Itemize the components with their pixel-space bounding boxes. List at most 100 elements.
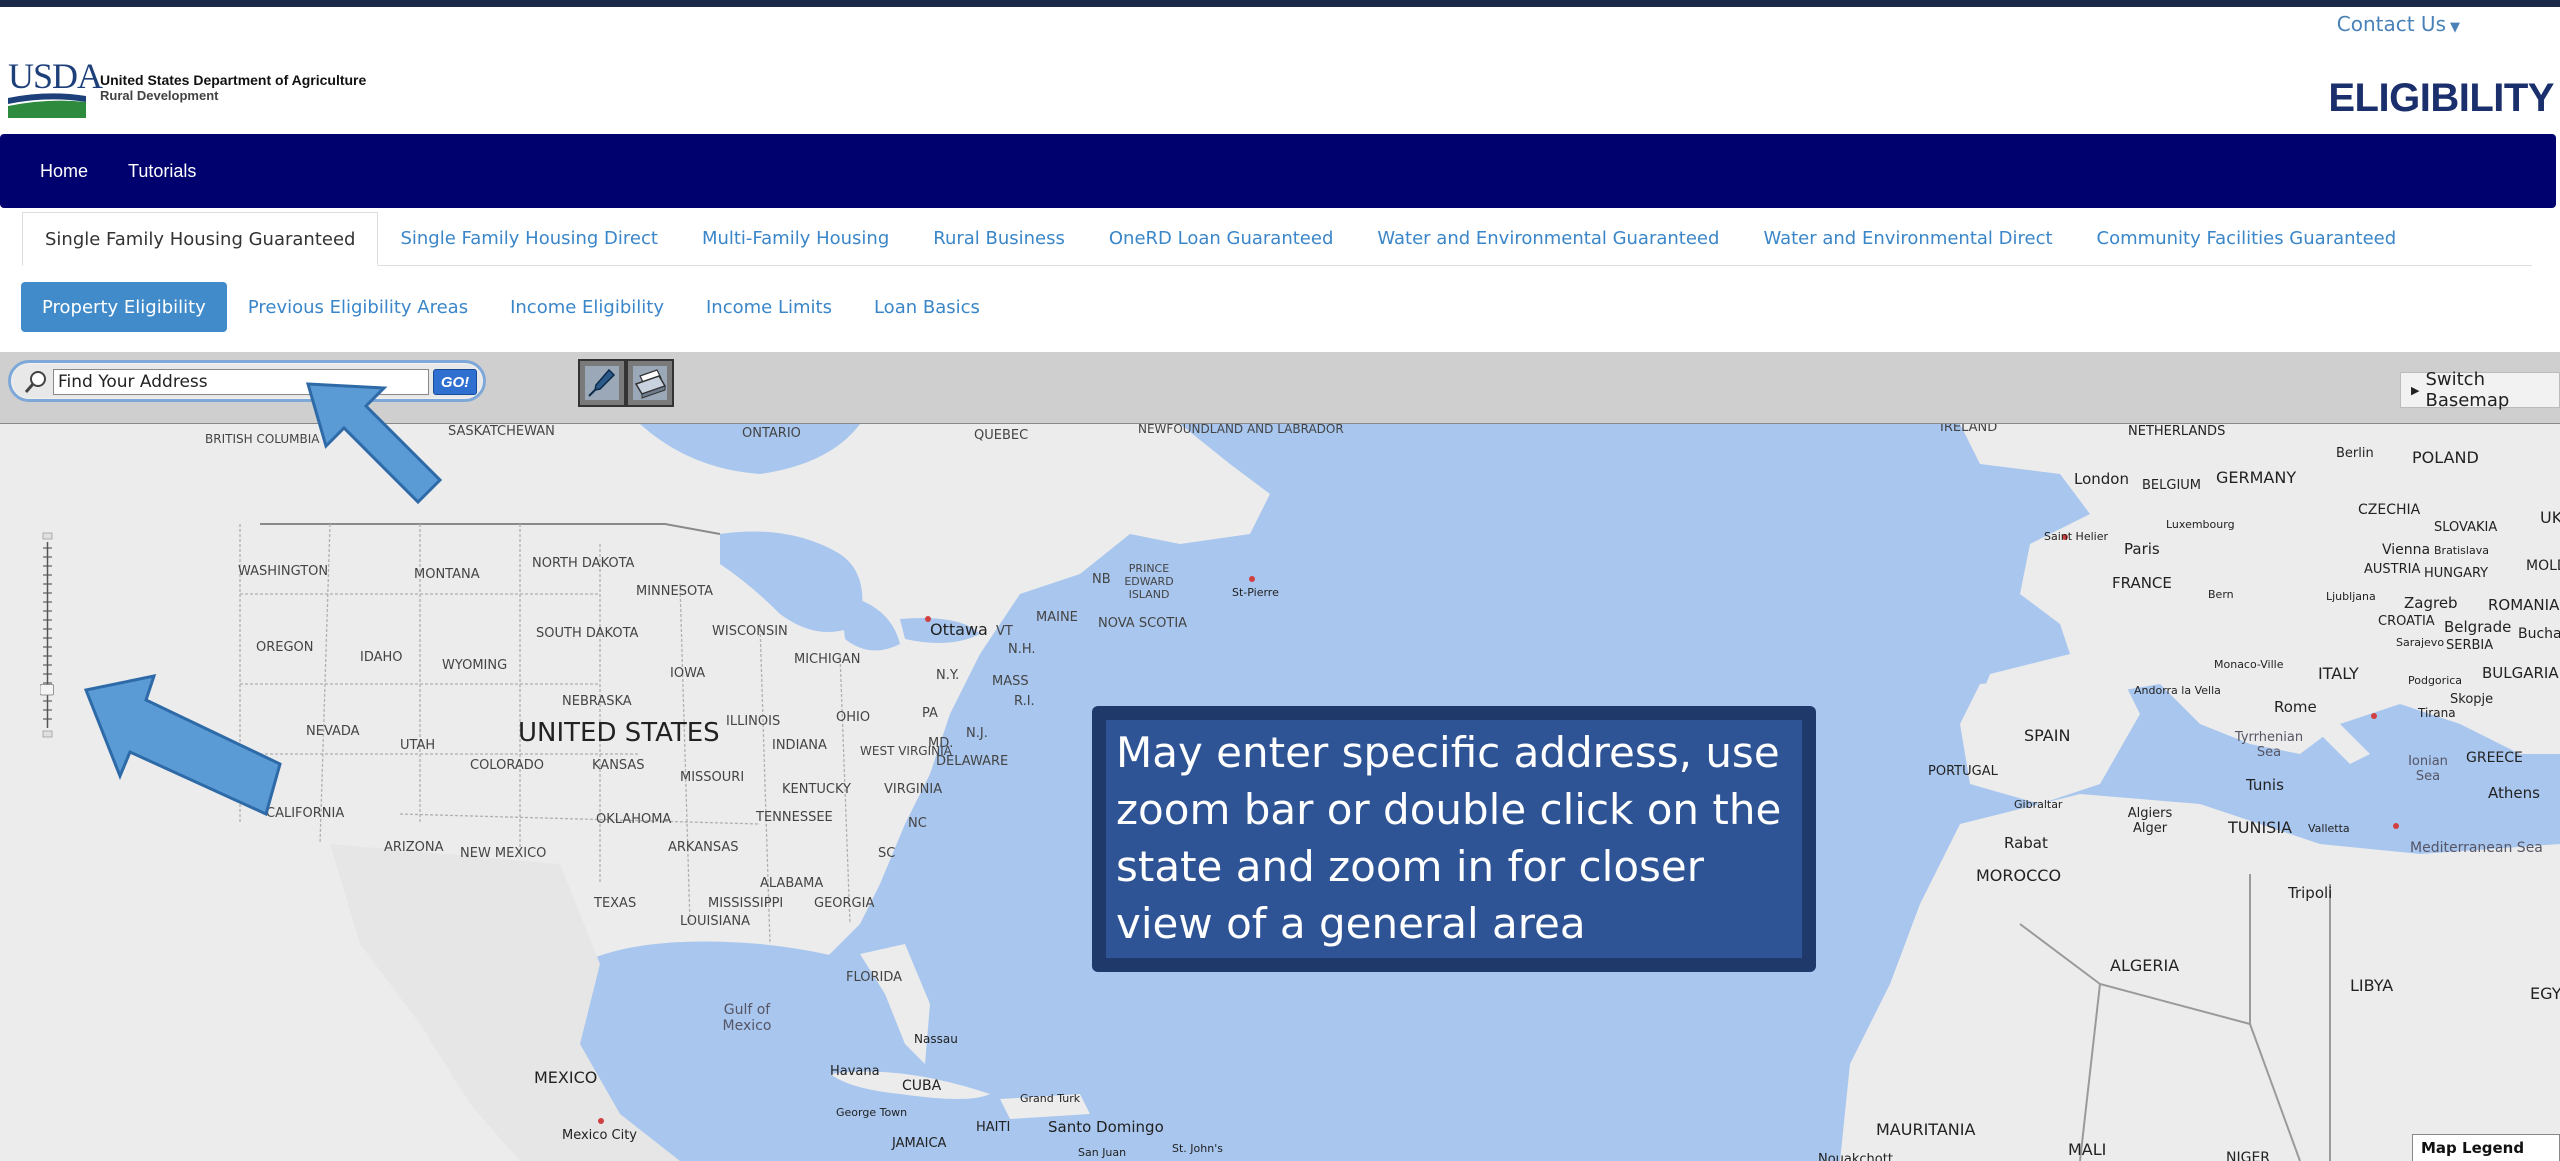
map-label: Gibraltar [2014,798,2063,811]
logo-words: United States Department of Agriculture … [100,72,366,103]
map-label: UTAH [400,738,436,753]
map-label: IOWA [670,666,706,681]
map-label: QUEBEC [974,428,1029,443]
map-label: ALABAMA [760,876,824,891]
map-label: Tyrrhenian Sea [2234,730,2304,760]
map-label: Mediterranean Sea [2410,840,2543,856]
map-label: Nassau [914,1032,958,1046]
switch-basemap-button[interactable]: ▶ Switch Basemap [2400,369,2560,411]
map-label: Vienna [2382,542,2431,558]
tab-rural-business[interactable]: Rural Business [911,211,1087,265]
arrow-to-zoom-icon [83,674,282,817]
instruction-callout: May enter specific address, use zoom bar… [1092,706,1816,972]
tab-water-environmental-guaranteed[interactable]: Water and Environmental Guaranteed [1355,211,1741,265]
map-label: NOVA SCOTIA [1098,616,1188,631]
zoom-slider[interactable] [40,498,58,778]
map-label: LOUISIANA [680,914,750,929]
map-label: KENTUCKY [782,782,851,797]
map-label: Algiers Alger [2127,806,2173,836]
map-label: UK [2540,508,2560,527]
map-label: Belgrade [2444,618,2512,636]
subtab-loan-basics[interactable]: Loan Basics [853,282,1001,332]
map-label: CZECHIA [2358,502,2421,518]
map-view[interactable]: BRITISH COLUMBIA SASKATCHEWAN ONTARIO QU… [0,424,2560,1161]
tab-single-family-housing-direct[interactable]: Single Family Housing Direct [378,211,679,265]
tab-water-environmental-direct[interactable]: Water and Environmental Direct [1741,211,2074,265]
map-label: NC [908,816,927,831]
tab-single-family-housing-guaranteed[interactable]: Single Family Housing Guaranteed [22,212,379,266]
map-label: NEW MEXICO [460,846,547,861]
map-label: CUBA [902,1078,942,1094]
map-label: OREGON [256,640,314,655]
map-label: ARKANSAS [668,840,739,855]
map-label: EGY [2530,984,2560,1003]
map-label: PA [922,706,938,721]
map-label: CROATIA [2378,614,2435,629]
map-label: Athens [2488,784,2540,802]
logo-line-1: United States Department of Agriculture [100,72,367,89]
map-label: Gulf of Mexico [722,1002,772,1034]
tab-community-facilities-guaranteed[interactable]: Community Facilities Guaranteed [2075,211,2419,265]
map-label-country-us: UNITED STATES [518,718,720,748]
map-label: VT [996,624,1013,639]
subtab-income-eligibility[interactable]: Income Eligibility [489,282,685,332]
switch-basemap-label: Switch Basemap [2425,369,2510,411]
map-label: NEWFOUNDLAND AND LABRADOR [1138,424,1344,436]
map-label: SC [878,846,896,861]
map-label: ROMANIA [2488,596,2560,614]
map-label: MOLDO [2526,558,2560,574]
map-label: San Juan [1078,1146,1127,1159]
map-label: SOUTH DAKOTA [536,626,639,641]
page-title: ELIGIBILITY [2328,76,2554,120]
nav-home[interactable]: Home [40,161,88,182]
map-label: St. John's [1172,1142,1223,1155]
nav-tutorials[interactable]: Tutorials [128,161,196,182]
map-label: MD. [928,736,954,751]
map-label: MISSISSIPPI [708,896,784,911]
usda-logo[interactable]: USDA United States Department of Agricul… [6,58,366,118]
map-label: HAITI [976,1120,1011,1135]
map-label: KANSAS [592,758,645,773]
map-label: Santo Domingo [1048,1118,1164,1136]
map-label: George Town [836,1106,908,1119]
map-label: London [2074,470,2129,488]
pan-tool-button[interactable] [578,359,626,407]
tab-multi-family-housing[interactable]: Multi-Family Housing [680,211,911,265]
map-label: GREECE [2466,750,2523,766]
subtab-property-eligibility[interactable]: Property Eligibility [21,282,227,332]
tab-onerd-loan-guaranteed[interactable]: OneRD Loan Guaranteed [1087,211,1355,265]
map-label: Paris [2124,540,2160,558]
program-tabs: Single Family Housing Guaranteed Single … [22,212,2532,266]
map-label: MOROCCO [1976,866,2062,885]
contact-us-menu[interactable]: Contact Us ▼ [2337,12,2460,36]
map-label: DELAWARE [936,754,1009,769]
map-label: Saint Helier [2044,530,2109,543]
subtab-previous-eligibility-areas[interactable]: Previous Eligibility Areas [227,282,489,332]
map-legend-button[interactable]: Map Legend [2412,1134,2560,1161]
map-label: Rabat [2004,834,2048,852]
caret-down-icon: ▼ [2450,20,2460,35]
map-label: N.J. [966,726,988,741]
map-label: GEORGIA [814,896,875,911]
map-label: ONTARIO [742,426,801,441]
map-label: MAURITANIA [1876,1120,1976,1139]
map-label: St-Pierre [1232,586,1279,599]
map-label: PORTUGAL [1928,764,1998,779]
map-label: Nouakchott [1818,1152,1893,1161]
map-label: Tunis [2246,776,2284,794]
map-label: Bratislava [2434,544,2489,557]
print-button[interactable] [626,359,674,407]
map-label: FLORIDA [846,970,903,985]
logo-swoosh-icon [8,93,86,118]
map-label: Skopje [2450,692,2494,707]
usda-logo-mark: USDA [6,58,103,118]
map-label: Andorra la Vella [2134,684,2221,697]
map-label: IRELAND [1940,424,1998,435]
subtab-income-limits[interactable]: Income Limits [685,282,853,332]
map-label: WISCONSIN [712,624,788,639]
page: Contact Us ▼ USDA United States Departmen… [0,0,2560,1161]
map-label: SASKATCHEWAN [448,424,555,439]
instruction-callout-text: May enter specific address, use zoom bar… [1106,720,1802,958]
map-label: FRANCE [2112,574,2172,592]
map-label: SERBIA [2446,638,2494,653]
